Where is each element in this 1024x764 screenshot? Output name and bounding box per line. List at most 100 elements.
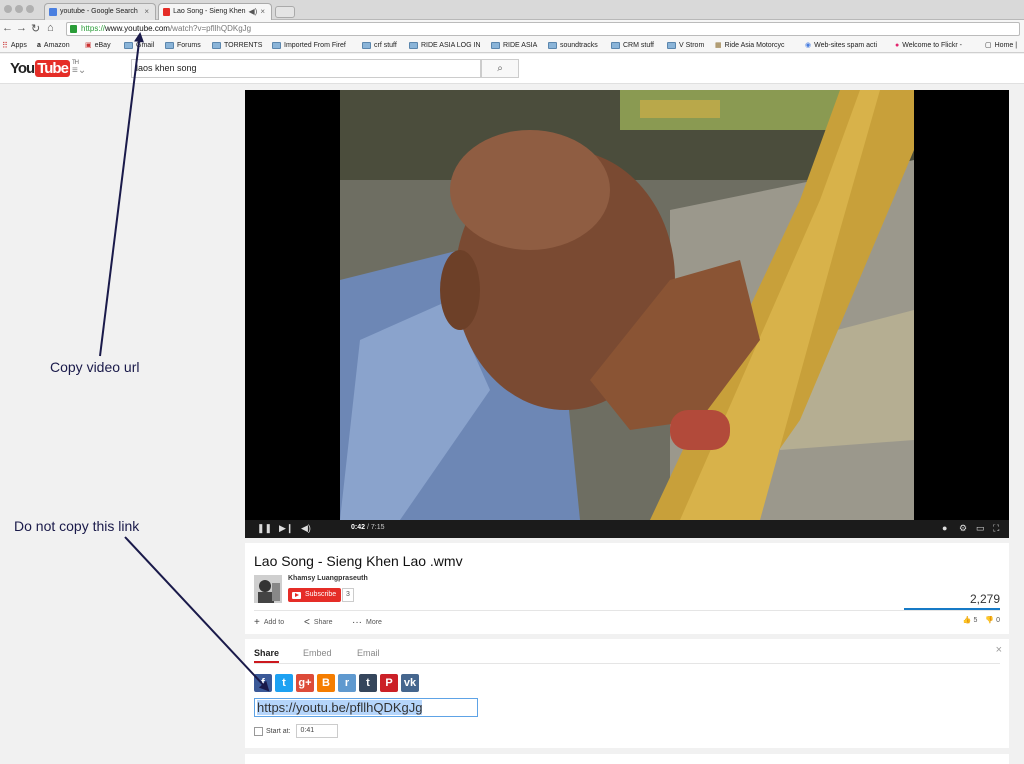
folder-icon: [667, 42, 676, 49]
video-still: [340, 90, 914, 520]
theater-mode-icon[interactable]: ▭: [976, 523, 985, 534]
next-card-edge: [245, 754, 1009, 764]
like-button[interactable]: 👍 5: [963, 616, 978, 624]
bookmark-gmail[interactable]: Gmail: [124, 38, 154, 53]
pause-icon[interactable]: ❚❚: [257, 523, 272, 534]
search-button[interactable]: ⌕: [481, 59, 519, 78]
tab-close-icon[interactable]: ×: [260, 4, 265, 20]
bookmark-imported[interactable]: Imported From Firef: [272, 38, 346, 53]
bookmark-v-strom[interactable]: V Strom: [667, 38, 704, 53]
window-zoom-icon[interactable]: [26, 5, 34, 13]
folder-icon: [491, 42, 500, 49]
next-icon[interactable]: ▶❙: [279, 523, 293, 534]
window-close-icon[interactable]: [4, 5, 12, 13]
channel-name[interactable]: Khamsy Luangpraseuth: [288, 575, 368, 582]
time-display: 0:42 / 7:15: [351, 524, 385, 531]
youtube-logo[interactable]: You Tube TH: [10, 60, 79, 77]
tab-share[interactable]: Share: [254, 648, 279, 658]
folder-icon: [124, 42, 133, 49]
address-bar[interactable]: https://www.youtube.com/watch?v=pfllhQDK…: [66, 22, 1020, 36]
ebay-icon: ▣: [85, 42, 92, 49]
bookmark-apps[interactable]: ⠿ Apps: [2, 38, 27, 53]
share-icon: <: [304, 617, 310, 628]
bookmark-crm-stuff[interactable]: CRM stuff: [611, 38, 654, 53]
google-plus-icon[interactable]: g+: [296, 674, 314, 692]
back-icon[interactable]: ←: [2, 22, 13, 34]
reddit-icon[interactable]: r: [338, 674, 356, 692]
bookmarks-bar: ⠿ Apps a Amazon ▣ eBay Gmail Forums TORRENT…: [0, 38, 1024, 53]
folder-icon: [212, 42, 221, 49]
start-at-control: Start at: 0:41: [254, 724, 338, 738]
apps-grid-icon: ⠿: [2, 41, 8, 50]
bookmark-ebay[interactable]: ▣ eBay: [85, 38, 111, 53]
start-at-checkbox[interactable]: [254, 726, 263, 736]
forward-icon[interactable]: →: [16, 22, 27, 34]
bookmark-ride-asia-log-in[interactable]: RIDE ASIA LOG IN: [409, 38, 481, 53]
volume-icon[interactable]: ◀): [301, 523, 311, 534]
guide-menu-icon[interactable]: ≡⌄: [72, 65, 86, 76]
settings-gear-icon[interactable]: ⚙: [959, 523, 967, 534]
site-favicon-icon: ▦: [715, 42, 722, 49]
bookmark-ride-asia[interactable]: RIDE ASIA: [491, 38, 537, 53]
pinterest-icon[interactable]: P: [380, 674, 398, 692]
bookmark-crf-stuff[interactable]: crf stuff: [362, 38, 397, 53]
dislike-button[interactable]: 👎 0: [985, 616, 1000, 624]
bookmark-forums[interactable]: Forums: [165, 38, 201, 53]
fullscreen-icon[interactable]: ⛶: [993, 523, 999, 534]
video-info-card: Lao Song - Sieng Khen Lao .wmv Khamsy Lu…: [245, 543, 1009, 634]
bookmark-ride-asia-motorcycle[interactable]: ▦ Ride Asia Motorcyc: [715, 38, 785, 53]
folder-icon: [409, 42, 418, 49]
video-player[interactable]: ❚❚ ▶❙ ◀) 0:42 / 7:15 ● ⚙ ▭ ⛶: [245, 90, 1009, 538]
add-to-button[interactable]: + Add to: [254, 617, 284, 628]
youtube-play-icon: [292, 591, 301, 599]
url-scheme: https://: [81, 24, 106, 33]
start-at-input[interactable]: 0:41: [295, 724, 338, 738]
view-count: 2,279: [969, 592, 1000, 606]
new-tab-button[interactable]: [275, 6, 295, 18]
annotations-icon[interactable]: ●: [942, 523, 947, 533]
share-button[interactable]: < Share: [304, 617, 333, 628]
tab-email[interactable]: Email: [357, 648, 380, 658]
share-url-field[interactable]: https://youtu.be/pfllhQDKgJg: [254, 698, 478, 717]
tab-title: youtube - Google Search: [60, 8, 138, 15]
bookmark-flickr[interactable]: ● Welcome to Flickr -: [895, 38, 962, 53]
reload-icon[interactable]: ↻: [31, 22, 40, 35]
channel-avatar[interactable]: [254, 575, 282, 603]
flickr-icon: ●: [895, 42, 900, 49]
twitter-icon[interactable]: t: [275, 674, 293, 692]
window-minimize-icon[interactable]: [15, 5, 23, 13]
bookmark-web-sites-spam[interactable]: ◉ Web-sites spam acti: [805, 38, 877, 53]
subscriber-count: 3: [342, 588, 354, 602]
close-icon[interactable]: ×: [996, 644, 1002, 656]
facebook-icon[interactable]: f: [254, 674, 272, 692]
search-input[interactable]: laos khen song: [131, 59, 481, 78]
google-favicon-icon: [49, 8, 57, 16]
start-at-label: Start at:: [266, 727, 291, 735]
video-frame[interactable]: [340, 90, 914, 520]
more-button[interactable]: ··· More: [352, 617, 382, 628]
bookmark-torrents[interactable]: TORRENTS: [212, 38, 262, 53]
speaker-icon[interactable]: ◀): [249, 4, 258, 20]
folder-icon: [362, 42, 371, 49]
like-dislike: 👍 5 👎 0: [963, 616, 1000, 624]
plus-icon: +: [254, 617, 260, 628]
share-url-text: https://youtu.be/pfllhQDKgJg: [257, 700, 423, 715]
bookmark-home[interactable]: ▢ Home |: [985, 38, 1017, 53]
tab-youtube[interactable]: Lao Song - Sieng Khen ◀) ×: [158, 3, 272, 20]
blogger-icon[interactable]: B: [317, 674, 335, 692]
subscribe-button[interactable]: Subscribe: [288, 588, 342, 602]
thumbs-down-icon: 👎: [985, 617, 995, 624]
tab-google-search[interactable]: youtube - Google Search ×: [44, 3, 156, 20]
bookmark-amazon[interactable]: a Amazon: [37, 38, 70, 53]
annotation-do-not-copy: Do not copy this link: [14, 518, 140, 534]
tab-close-icon[interactable]: ×: [144, 4, 149, 20]
home-icon[interactable]: ⌂: [47, 22, 54, 34]
vk-icon[interactable]: vk: [401, 674, 419, 692]
bookmark-soundtracks[interactable]: soundtracks: [548, 38, 598, 53]
tab-title: Lao Song - Sieng Khen: [173, 8, 246, 15]
browser-tab-strip: youtube - Google Search × Lao Song - Sie…: [0, 0, 1024, 20]
amazon-icon: a: [37, 42, 41, 49]
tumblr-icon[interactable]: t: [359, 674, 377, 692]
video-title: Lao Song - Sieng Khen Lao .wmv: [254, 553, 463, 569]
tab-embed[interactable]: Embed: [303, 648, 332, 658]
